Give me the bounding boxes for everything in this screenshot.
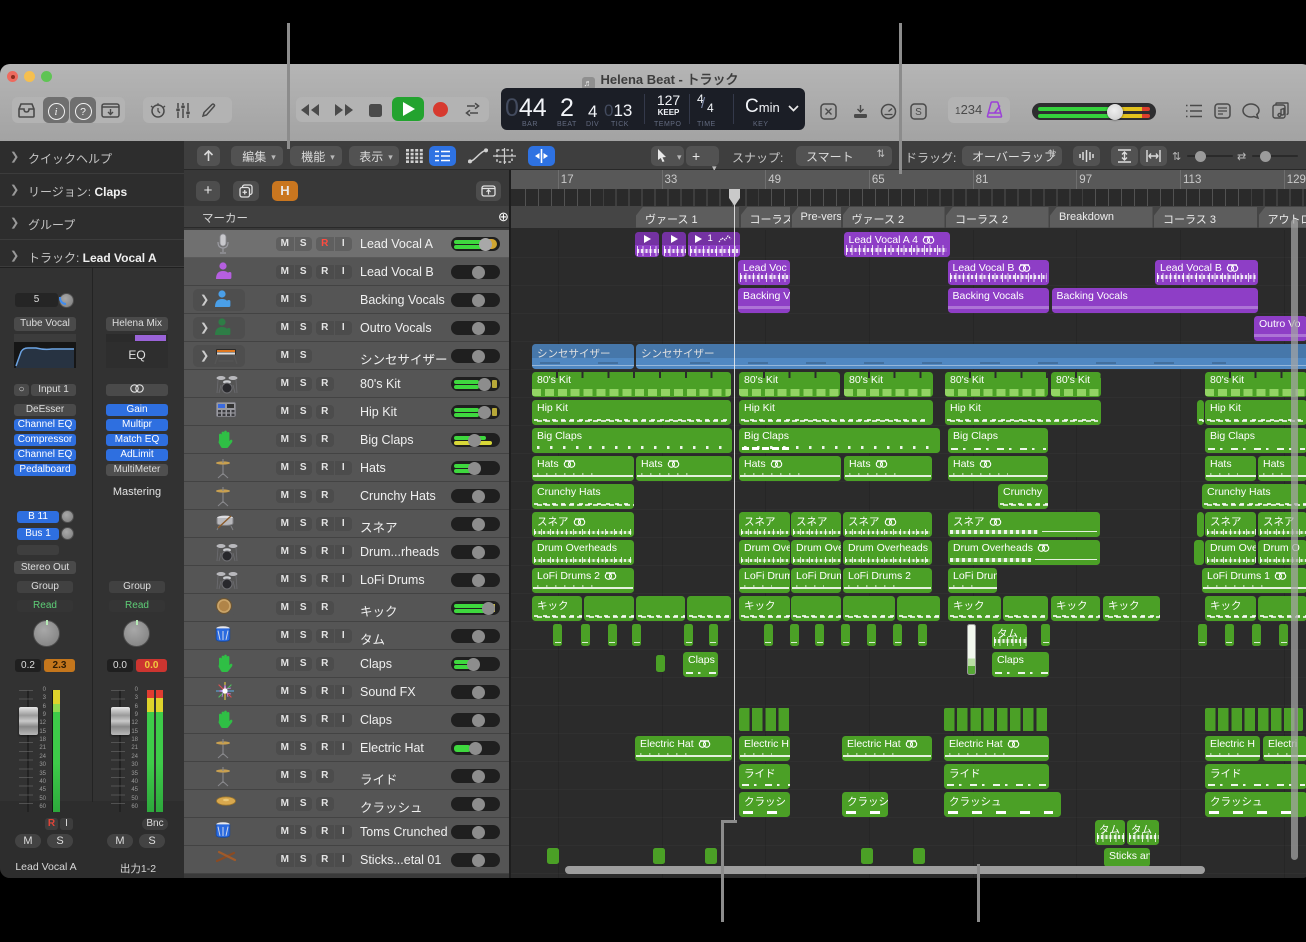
svg-text:S: S [915, 107, 922, 118]
